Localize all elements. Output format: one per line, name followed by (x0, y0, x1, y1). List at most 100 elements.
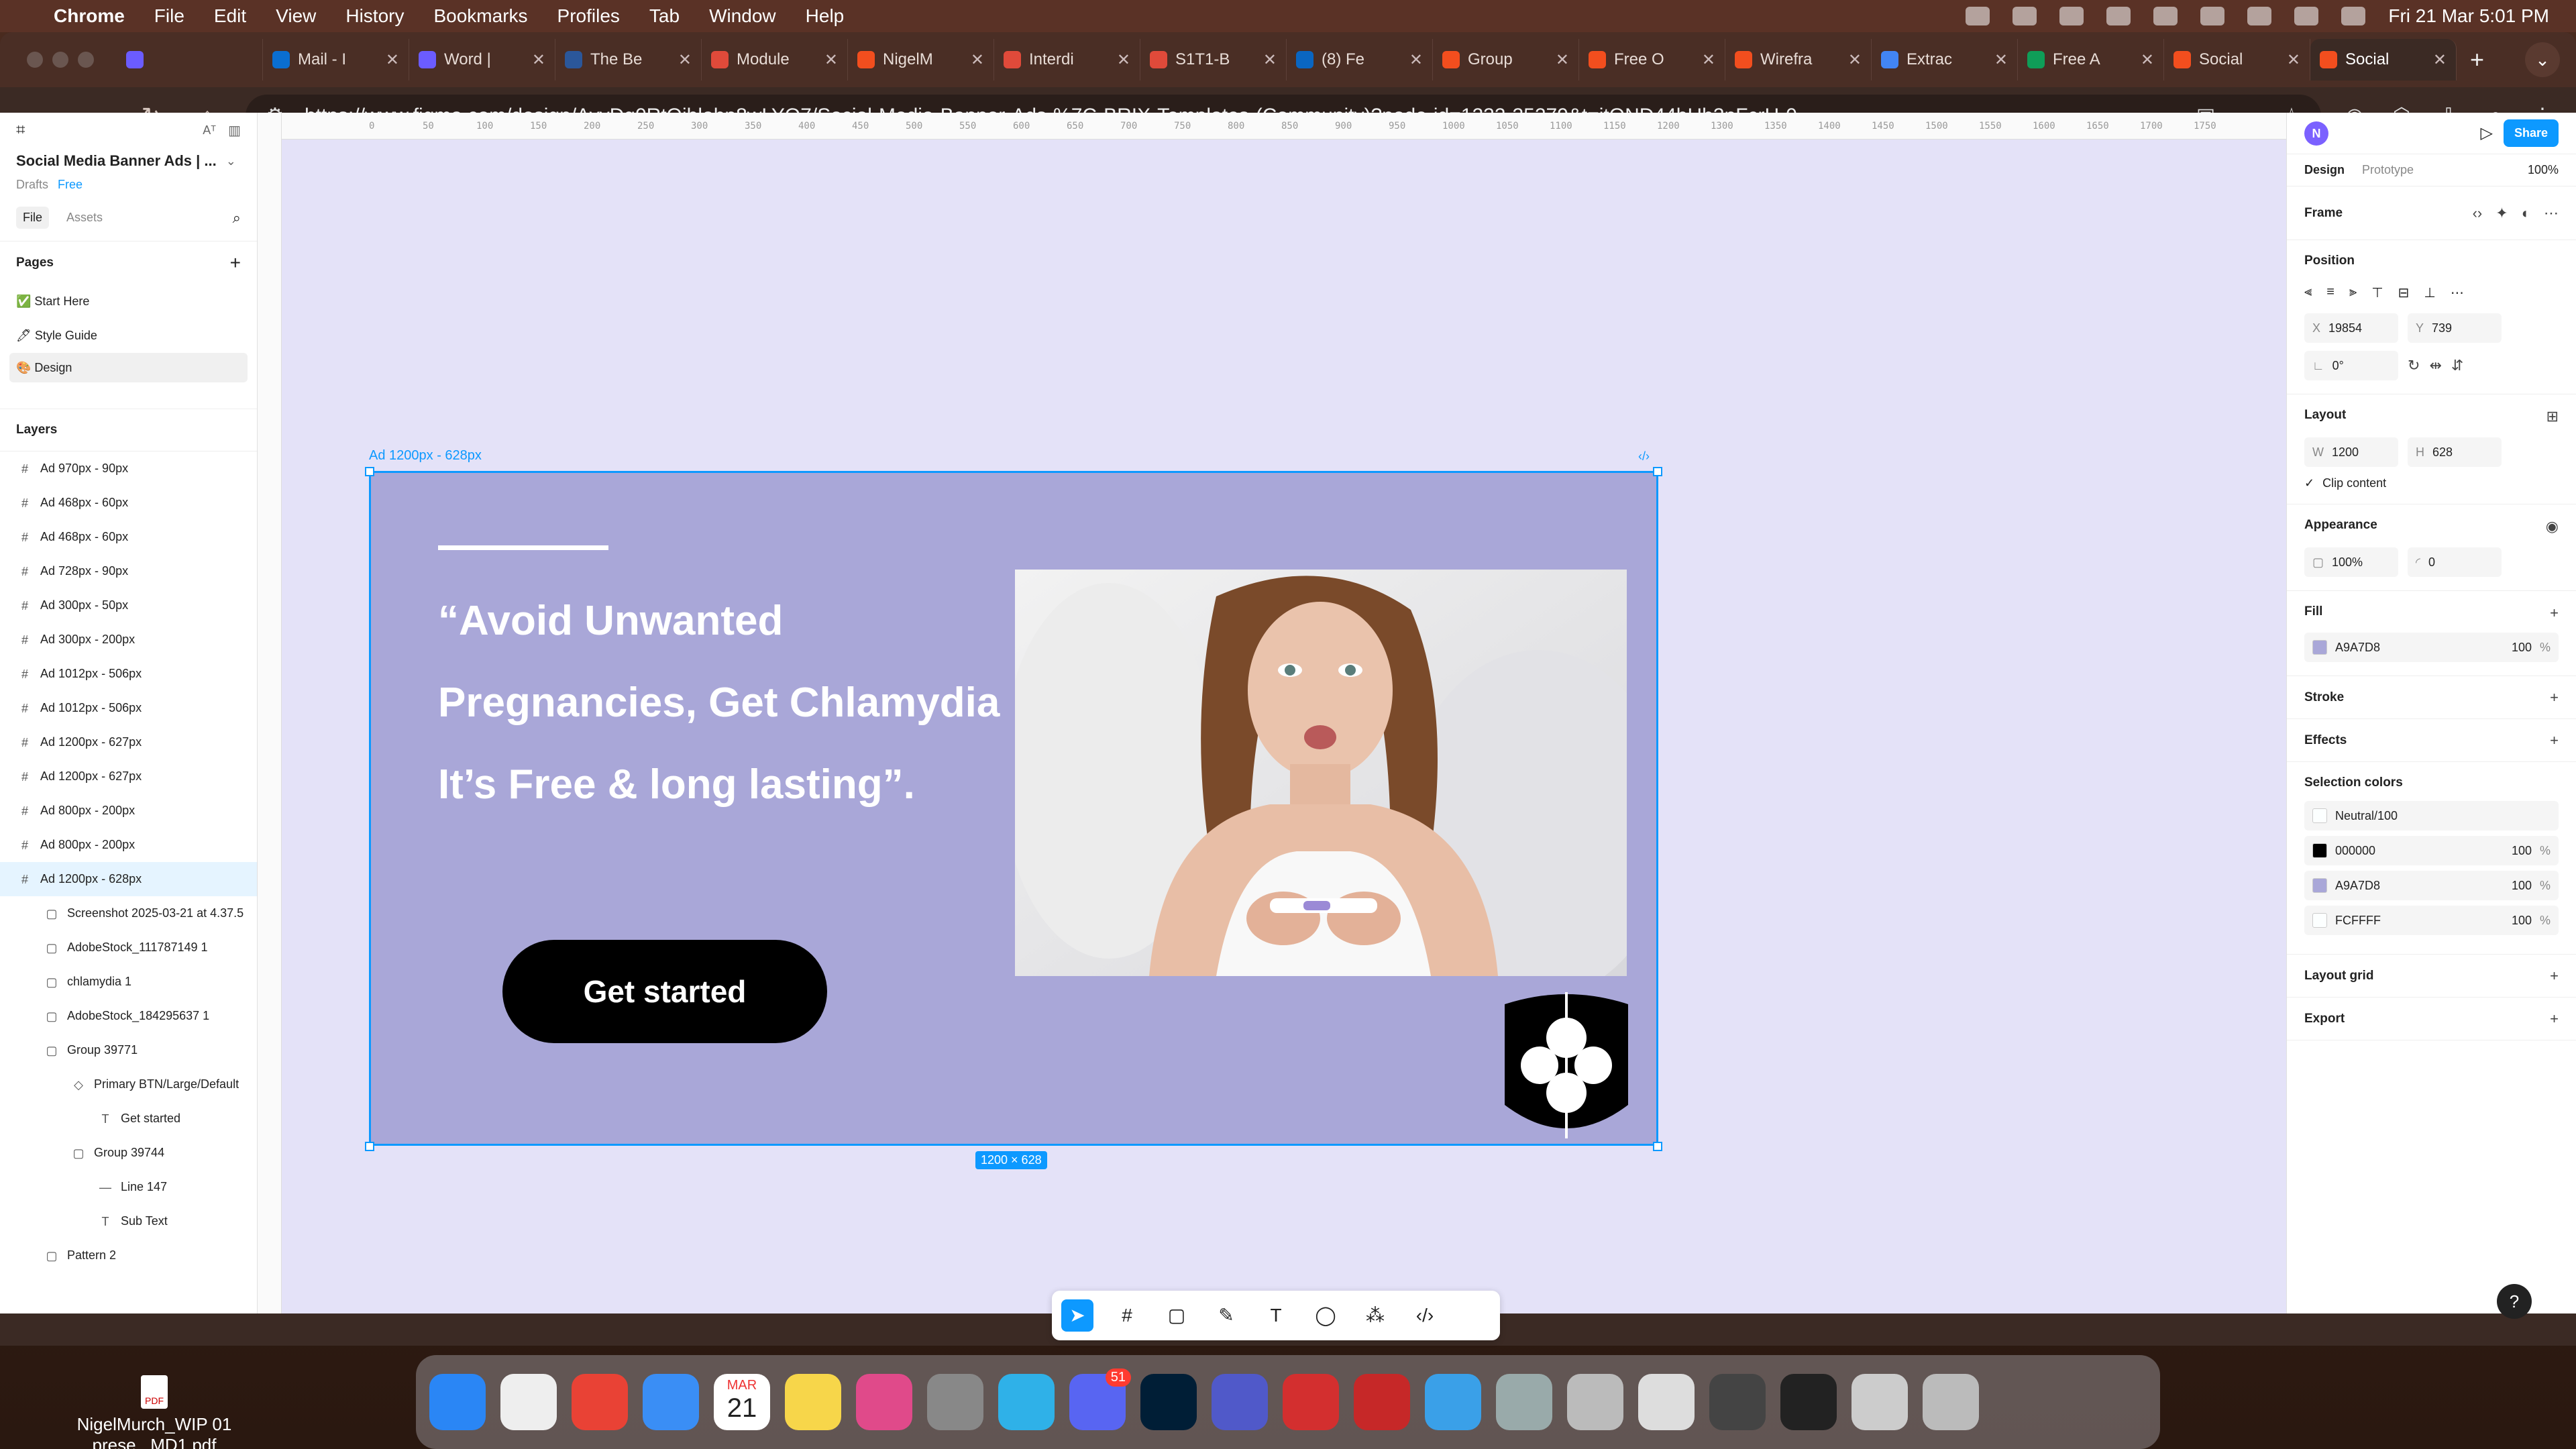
spotlight-search-icon[interactable] (2294, 7, 2319, 25)
trash-icon[interactable] (1923, 1374, 1979, 1430)
tab-design[interactable]: Design (2304, 163, 2345, 177)
banner-headline[interactable]: “Avoid Unwanted Pregnancies, Get Chlamyd… (438, 580, 1015, 826)
code-icon[interactable]: ‹/› (1638, 449, 1650, 464)
layer-row[interactable]: # Ad 1200px - 627px (0, 759, 257, 794)
fill-opacity[interactable]: 100 (2512, 641, 2532, 655)
menubar-clock[interactable]: Fri 21 Mar 5:01 PM (2388, 5, 2549, 27)
grammarly-g-icon[interactable] (2106, 7, 2131, 25)
pen-tool-icon[interactable]: ✎ (1210, 1299, 1242, 1332)
layer-row[interactable]: # Ad 468px - 60px (0, 486, 257, 520)
file-title[interactable]: Social Media Banner Ads | ... (16, 152, 217, 170)
browser-tab[interactable]: Module ✕ (702, 39, 848, 80)
layer-row[interactable]: ▢ Screenshot 2025-03-21 at 4.37.5 (0, 896, 257, 930)
browser-tab[interactable]: Free A ✕ (2018, 39, 2164, 80)
tab-close-icon[interactable]: ✕ (824, 50, 838, 70)
rotation-value[interactable]: 0° (2332, 359, 2344, 373)
app-name-menu[interactable]: Chrome (54, 5, 125, 27)
font-book-icon[interactable] (1567, 1374, 1623, 1430)
align-middle-icon[interactable]: ⊟ (2398, 284, 2410, 301)
x-field[interactable]: X 19854 (2304, 313, 2398, 343)
woman-pregnancy-test-photo[interactable] (1015, 570, 1627, 976)
mk-app-icon[interactable] (1425, 1374, 1481, 1430)
color-opacity[interactable]: 100 (2512, 844, 2532, 858)
browser-tab[interactable]: Extrac ✕ (1872, 39, 2018, 80)
layer-row[interactable]: ▢ AdobeStock_111787149 1 (0, 930, 257, 965)
recent-doc-icon[interactable] (1638, 1374, 1695, 1430)
browser-tab[interactable]: Mail - I ✕ (263, 39, 409, 80)
add-export-icon[interactable]: + (2550, 1010, 2559, 1028)
chrome-icon[interactable] (572, 1374, 628, 1430)
ad-banner-frame[interactable]: “Avoid Unwanted Pregnancies, Get Chlamyd… (369, 471, 1658, 1146)
mask-icon[interactable]: ◐ (2522, 205, 2530, 222)
present-icon[interactable]: ▷ (2481, 123, 2493, 143)
layer-row[interactable]: # Ad 1200px - 627px (0, 725, 257, 759)
help-button[interactable]: ? (2497, 1284, 2532, 1319)
design-canvas[interactable]: Ad 1200px - 628px “Avoid Unwanted Pregna… (282, 140, 2286, 1340)
zoom-level[interactable]: 100% (2528, 163, 2559, 177)
menu-bookmarks[interactable]: Bookmarks (433, 5, 527, 27)
browser-tab[interactable]: Free O ✕ (1579, 39, 1725, 80)
tab-close-icon[interactable]: ✕ (2287, 50, 2300, 70)
finder-icon[interactable] (429, 1374, 486, 1430)
menu-window[interactable]: Window (709, 5, 776, 27)
zoom-window-icon[interactable] (78, 52, 94, 68)
layer-row[interactable]: ▢ Group 39771 (0, 1033, 257, 1067)
browser-tab[interactable]: Group ✕ (1433, 39, 1579, 80)
corner-radius-field[interactable]: ◜ 0 (2408, 547, 2502, 577)
rotate-icon[interactable]: ↻ (2408, 357, 2420, 374)
user-avatar[interactable]: N (2304, 121, 2328, 146)
close-window-icon[interactable] (27, 52, 43, 68)
calendar-icon[interactable]: MAR 21 (714, 1374, 770, 1430)
status-app-icon[interactable] (2059, 7, 2084, 25)
x-value[interactable]: 19854 (2328, 321, 2362, 335)
fill-hex[interactable]: A9A7D8 (2335, 641, 2380, 655)
recent-screenshot-icon[interactable] (1851, 1374, 1908, 1430)
search-icon[interactable]: ⌕ (233, 209, 241, 227)
layer-row[interactable]: T Get started (0, 1102, 257, 1136)
browser-tab[interactable]: (8) Fe ✕ (1287, 39, 1433, 80)
color-swatch[interactable] (2312, 913, 2327, 928)
layer-row[interactable]: # Ad 800px - 200px (0, 794, 257, 828)
move-tool-icon[interactable]: ➤ (1061, 1299, 1093, 1332)
tab-close-icon[interactable]: ✕ (1409, 50, 1423, 70)
code-icon[interactable]: ‹› (2473, 205, 2483, 222)
more-icon[interactable]: ⋯ (2544, 205, 2559, 222)
browser-tab[interactable] (117, 39, 263, 80)
system-settings-icon[interactable] (927, 1374, 983, 1430)
browser-tab[interactable]: Social ✕ (2164, 39, 2310, 80)
selection-color-row[interactable]: FCFFFF 100% (2304, 906, 2559, 935)
flip-horizontal-icon[interactable]: ⇹ (2429, 357, 2441, 374)
menu-profiles[interactable]: Profiles (557, 5, 620, 27)
resize-handle[interactable] (365, 467, 374, 476)
tab-close-icon[interactable]: ✕ (1263, 50, 1277, 70)
browser-tab[interactable]: NigelM ✕ (848, 39, 994, 80)
height-field[interactable]: H 628 (2408, 437, 2502, 467)
battery-icon[interactable] (2153, 7, 2178, 25)
page-design[interactable]: 🎨 Design (9, 353, 248, 382)
resize-handle[interactable] (365, 1142, 374, 1151)
tab-assets[interactable]: Assets (66, 211, 103, 225)
menu-view[interactable]: View (276, 5, 316, 27)
control-center-icon[interactable] (2341, 7, 2366, 25)
shape-tool-icon[interactable]: ▢ (1161, 1299, 1193, 1332)
frame-tool-icon[interactable]: # (1111, 1299, 1143, 1332)
share-button[interactable]: Share (2503, 119, 2559, 147)
layer-row[interactable]: ▢ Group 39744 (0, 1136, 257, 1170)
tab-close-icon[interactable]: ✕ (678, 50, 692, 70)
text-tool-icon[interactable]: T (1260, 1299, 1292, 1332)
tab-close-icon[interactable]: ✕ (2433, 50, 2447, 70)
minimize-window-icon[interactable] (52, 52, 68, 68)
recent-figma-icon[interactable] (1780, 1374, 1837, 1430)
y-value[interactable]: 739 (2432, 321, 2452, 335)
layer-row[interactable]: T Sub Text (0, 1204, 257, 1238)
file-chevron-icon[interactable]: ⌄ (226, 154, 236, 168)
add-grid-icon[interactable]: + (2550, 967, 2559, 985)
layer-row[interactable]: ▢ Pattern 2 (0, 1238, 257, 1273)
menu-history[interactable]: History (345, 5, 404, 27)
monitor-app-icon[interactable] (998, 1374, 1055, 1430)
desktop-pdf-file[interactable]: PDF NigelMurch_WIP 01 prese...MD1.pdf (74, 1375, 235, 1449)
new-tab-button[interactable]: + (2470, 46, 2484, 74)
more-align-icon[interactable]: ⋯ (2451, 284, 2464, 301)
tab-prototype[interactable]: Prototype (2362, 163, 2414, 177)
fill-swatch[interactable] (2312, 640, 2327, 655)
